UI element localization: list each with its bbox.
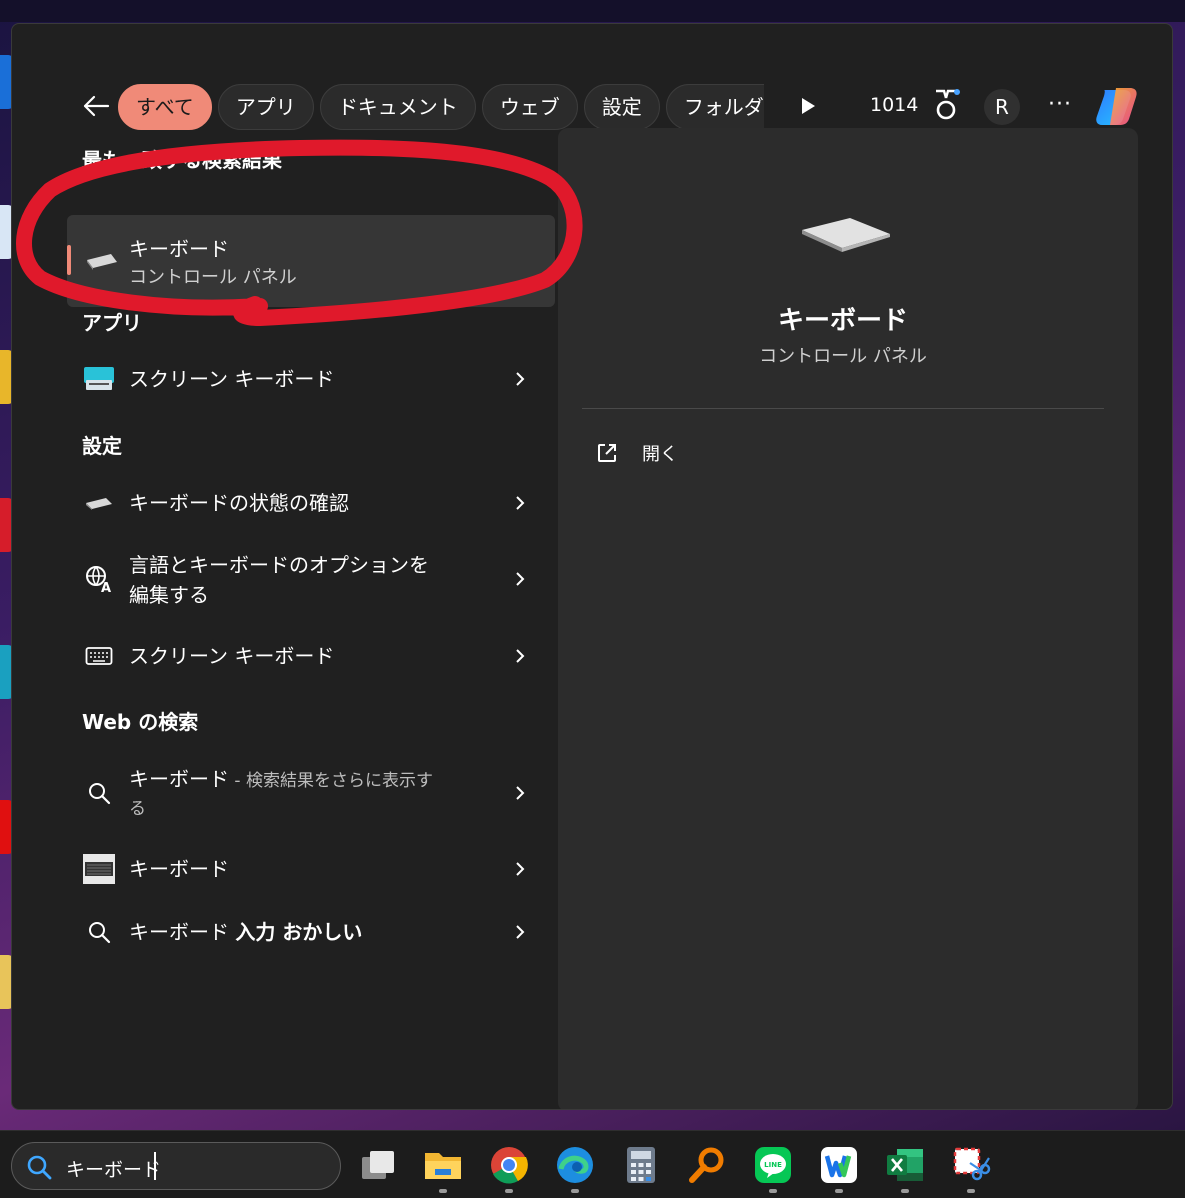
back-arrow-icon [83, 95, 110, 117]
result-label: キーボード - 検索結果をさらに表示す [129, 764, 433, 796]
result-hint: - 検索結果をさらに表示す [229, 771, 433, 791]
chrome-running-indicator [505, 1189, 513, 1193]
result-hint-line2: る [129, 799, 146, 819]
result-label-line2: 編集する [129, 583, 209, 607]
filter-tabs: すべてアプリドキュメントウェブ設定フォルダー [118, 84, 764, 130]
apps-heading: アプリ [82, 311, 142, 335]
tab-all[interactable]: すべて [118, 84, 212, 130]
app-result-onscreen-keyboard[interactable]: スクリーン キーボード [72, 364, 542, 394]
keyboard-icon [82, 488, 116, 518]
open-action-label: 開く [642, 444, 678, 465]
word-app-running-indicator [835, 1189, 843, 1193]
keyboard-outline-icon [82, 641, 116, 671]
tab-web[interactable]: ウェブ [481, 84, 578, 130]
chrome-icon[interactable] [489, 1145, 529, 1185]
result-label: スクリーン キーボード [129, 644, 335, 668]
calculator-icon[interactable] [621, 1145, 661, 1185]
keyboard-icon [87, 254, 117, 270]
language-icon: A [82, 564, 116, 594]
excel-running-indicator [901, 1189, 909, 1193]
line-icon[interactable]: LINE [753, 1145, 793, 1185]
rewards-medal-icon[interactable] [930, 88, 962, 124]
result-query-suggestion: 入力 おかしい [235, 920, 363, 944]
search-panel: すべてアプリドキュメントウェブ設定フォルダー 1014 R ··· 最も一致する… [11, 23, 1173, 1110]
best-match-heading: 最も一致する検索結果 [82, 148, 282, 172]
result-query: キーボード [129, 767, 229, 791]
search-icon [82, 778, 116, 808]
scroll-tabs-button[interactable] [788, 86, 828, 126]
tab-documents[interactable]: ドキュメント [319, 84, 476, 130]
tab-folders[interactable]: フォルダー [665, 84, 764, 130]
web-result-more[interactable]: キーボード - 検索結果をさらに表示す る [72, 764, 542, 824]
web-result-input-issue[interactable]: キーボード 入力 おかしい [72, 917, 542, 947]
result-label: スクリーン キーボード [129, 367, 335, 391]
result-label: キーボードの状態の確認 [129, 491, 349, 515]
file-explorer-icon[interactable] [423, 1145, 463, 1185]
line-running-indicator [769, 1189, 777, 1193]
chevron-right-icon[interactable] [512, 364, 528, 394]
keyboard-photo-icon [82, 854, 116, 884]
tab-settings[interactable]: 設定 [583, 84, 660, 130]
result-label: キーボード [129, 857, 229, 881]
chevron-right-icon[interactable] [512, 917, 528, 947]
edge-running-indicator [571, 1189, 579, 1193]
window-title-strip [0, 0, 1185, 22]
preview-pane: キーボード コントロール パネル 開く [558, 128, 1138, 1109]
setting-result-language-keyboard-options[interactable]: A 言語とキーボードのオプションを 編集する [72, 550, 542, 610]
onscreen-keyboard-app-icon [82, 364, 116, 394]
selection-indicator [67, 245, 71, 275]
chevron-right-icon[interactable] [512, 488, 528, 518]
word-app-icon[interactable] [819, 1145, 859, 1185]
user-avatar[interactable]: R [984, 89, 1020, 125]
preview-divider [582, 408, 1104, 409]
edge-icon[interactable] [555, 1145, 595, 1185]
setting-result-onscreen-keyboard[interactable]: スクリーン キーボード [72, 641, 542, 671]
preview-title: キーボード [777, 306, 908, 336]
result-label: キーボード 入力 おかしい [129, 917, 362, 947]
web-result-keyboard-image[interactable]: キーボード [72, 854, 542, 884]
settings-heading: 設定 [82, 434, 122, 458]
more-options-button[interactable]: ··· [1040, 88, 1080, 126]
text-cursor [154, 1152, 156, 1180]
snipping-tool-running-indicator [967, 1189, 975, 1193]
search-icon [27, 1155, 52, 1180]
chevron-right-icon[interactable] [512, 641, 528, 671]
chevron-right-icon[interactable] [512, 854, 528, 884]
setting-result-keyboard-status[interactable]: キーボードの状態の確認 [72, 488, 542, 518]
back-button[interactable] [74, 86, 118, 126]
taskbar-search-box[interactable]: キーボード [11, 1142, 341, 1190]
chevron-right-icon[interactable] [512, 778, 528, 808]
play-icon [802, 98, 815, 114]
result-label: 言語とキーボードのオプションを [129, 553, 429, 577]
chevron-right-icon[interactable] [512, 564, 528, 594]
taskbar: キーボード LINE [0, 1130, 1185, 1198]
svg-text:LINE: LINE [764, 1161, 782, 1169]
tab-apps[interactable]: アプリ [217, 84, 314, 130]
web-search-heading: Web の検索 [82, 710, 199, 734]
best-match-subtitle: コントロール パネル [129, 267, 297, 288]
excel-icon[interactable] [885, 1145, 925, 1185]
preview-subtitle: コントロール パネル [759, 346, 927, 367]
snipping-tool-icon[interactable] [951, 1145, 991, 1185]
search-icon [82, 917, 116, 947]
search-input[interactable]: キーボード [66, 1155, 161, 1182]
svg-text:A: A [101, 581, 111, 593]
best-match-result[interactable]: キーボード コントロール パネル [67, 215, 555, 307]
magnifier-search-tool-icon[interactable] [687, 1145, 727, 1185]
rewards-points[interactable]: 1014 [870, 94, 918, 116]
task-view-icon[interactable] [358, 1145, 398, 1185]
open-external-icon [598, 444, 616, 462]
copilot-icon[interactable] [1094, 82, 1142, 130]
best-match-title: キーボード [129, 237, 229, 261]
file-explorer-running-indicator [439, 1189, 447, 1193]
open-action[interactable]: 開く [596, 438, 756, 468]
keyboard-icon [802, 218, 890, 252]
result-query: キーボード [129, 920, 236, 944]
